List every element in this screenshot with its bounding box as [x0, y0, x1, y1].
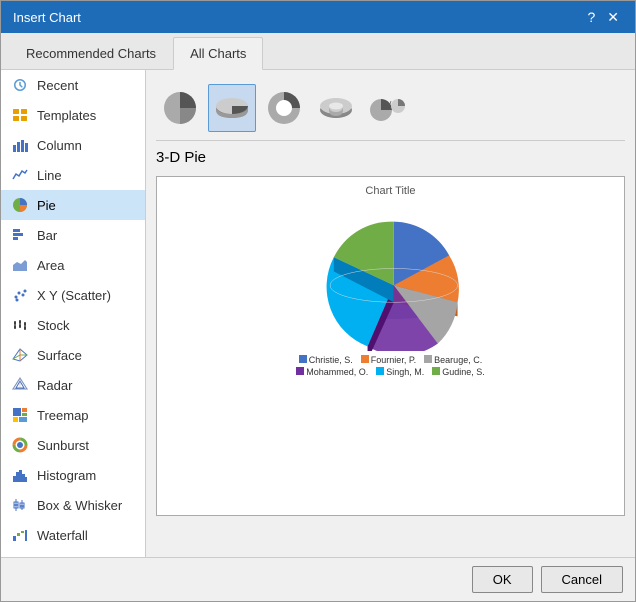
- sidebar-label-xyscatter: X Y (Scatter): [37, 288, 111, 303]
- sidebar-item-sunburst[interactable]: Sunburst: [1, 430, 145, 460]
- title-bar-controls: ? ✕: [583, 10, 623, 24]
- sidebar-label-treemap: Treemap: [37, 408, 89, 423]
- chart-preview: Chart Title: [156, 176, 625, 516]
- sidebar-item-surface[interactable]: Surface: [1, 340, 145, 370]
- sidebar-label-recent: Recent: [37, 78, 78, 93]
- sidebar-item-xyscatter[interactable]: X Y (Scatter): [1, 280, 145, 310]
- column-icon: [11, 136, 29, 154]
- close-button[interactable]: ✕: [603, 10, 623, 24]
- sidebar-item-column[interactable]: Column: [1, 130, 145, 160]
- stock-icon: [11, 316, 29, 334]
- sidebar-item-recent[interactable]: Recent: [1, 70, 145, 100]
- sidebar-label-sunburst: Sunburst: [37, 438, 89, 453]
- tab-all-charts[interactable]: All Charts: [173, 37, 263, 70]
- chart-type-doughnut[interactable]: [260, 84, 308, 132]
- boxwhisker-icon: [11, 496, 29, 514]
- insert-chart-dialog: Insert Chart ? ✕ Recommended Charts All …: [0, 0, 636, 602]
- chart-type-pieofpie[interactable]: [364, 84, 412, 132]
- sidebar-item-bar[interactable]: Bar: [1, 220, 145, 250]
- line-icon: [11, 166, 29, 184]
- main-content: Recent Templates: [1, 70, 635, 557]
- sidebar-item-waterfall[interactable]: Waterfall: [1, 520, 145, 550]
- sidebar-label-templates: Templates: [37, 108, 96, 123]
- sidebar-item-radar[interactable]: Radar: [1, 370, 145, 400]
- help-button[interactable]: ?: [583, 10, 599, 24]
- chart-legend: Christie, S. Fournier, P. Bearuge, C. Mo…: [281, 351, 501, 381]
- chart-type-doughnut3d[interactable]: [312, 84, 360, 132]
- sidebar-label-waterfall: Waterfall: [37, 528, 88, 543]
- sidebar-item-histogram[interactable]: Histogram: [1, 460, 145, 490]
- bar-icon: [11, 226, 29, 244]
- sidebar-label-line: Line: [37, 168, 62, 183]
- ok-button[interactable]: OK: [472, 566, 533, 593]
- sidebar-item-boxwhisker[interactable]: Box & Whisker: [1, 490, 145, 520]
- scatter-icon: [11, 286, 29, 304]
- sidebar-item-treemap[interactable]: Treemap: [1, 400, 145, 430]
- selected-chart-name: 3-D Pie: [156, 149, 625, 166]
- sidebar-label-histogram: Histogram: [37, 468, 96, 483]
- title-bar: Insert Chart ? ✕: [1, 1, 635, 33]
- sidebar-item-funnel[interactable]: Funnel: [1, 550, 145, 557]
- sidebar-label-pie: Pie: [37, 198, 56, 213]
- templates-icon: [11, 106, 29, 124]
- sidebar-label-boxwhisker: Box & Whisker: [37, 498, 122, 513]
- chart-type-icons: [156, 80, 625, 141]
- cancel-button[interactable]: Cancel: [541, 566, 623, 593]
- sidebar-item-templates[interactable]: Templates: [1, 100, 145, 130]
- sidebar-label-area: Area: [37, 258, 64, 273]
- legend-item-2: Bearuge, C.: [424, 355, 482, 365]
- pie-icon: [11, 196, 29, 214]
- histogram-icon: [11, 466, 29, 484]
- radar-icon: [11, 376, 29, 394]
- sunburst-icon: [11, 436, 29, 454]
- legend-item-0: Christie, S.: [299, 355, 353, 365]
- sidebar-label-stock: Stock: [37, 318, 70, 333]
- treemap-icon: [11, 406, 29, 424]
- sidebar-item-line[interactable]: Line: [1, 160, 145, 190]
- chart-main-panel: 3-D Pie Chart Title: [146, 70, 635, 557]
- sidebar-item-stock[interactable]: Stock: [1, 310, 145, 340]
- legend-item-4: Singh, M.: [376, 367, 424, 377]
- waterfall-icon: [11, 526, 29, 544]
- sidebar-label-radar: Radar: [37, 378, 72, 393]
- sidebar-label-column: Column: [37, 138, 82, 153]
- tab-recommended[interactable]: Recommended Charts: [9, 37, 173, 69]
- area-icon: [11, 256, 29, 274]
- chart-preview-title: Chart Title: [365, 185, 415, 197]
- recent-icon: [11, 76, 29, 94]
- legend-item-1: Fournier, P.: [361, 355, 416, 365]
- chart-type-pie3d[interactable]: [208, 84, 256, 132]
- tab-bar: Recommended Charts All Charts: [1, 33, 635, 70]
- chart-preview-svg: [281, 201, 501, 351]
- legend-item-3: Mohammed, O.: [296, 367, 368, 377]
- dialog-footer: OK Cancel: [1, 557, 635, 601]
- legend-item-5: Gudine, S.: [432, 367, 485, 377]
- sidebar-item-pie[interactable]: Pie: [1, 190, 145, 220]
- sidebar-label-bar: Bar: [37, 228, 57, 243]
- sidebar-item-area[interactable]: Area: [1, 250, 145, 280]
- surface-icon: [11, 346, 29, 364]
- sidebar: Recent Templates: [1, 70, 146, 557]
- chart-type-pie2d[interactable]: [156, 84, 204, 132]
- sidebar-label-surface: Surface: [37, 348, 82, 363]
- dialog-title: Insert Chart: [13, 10, 81, 25]
